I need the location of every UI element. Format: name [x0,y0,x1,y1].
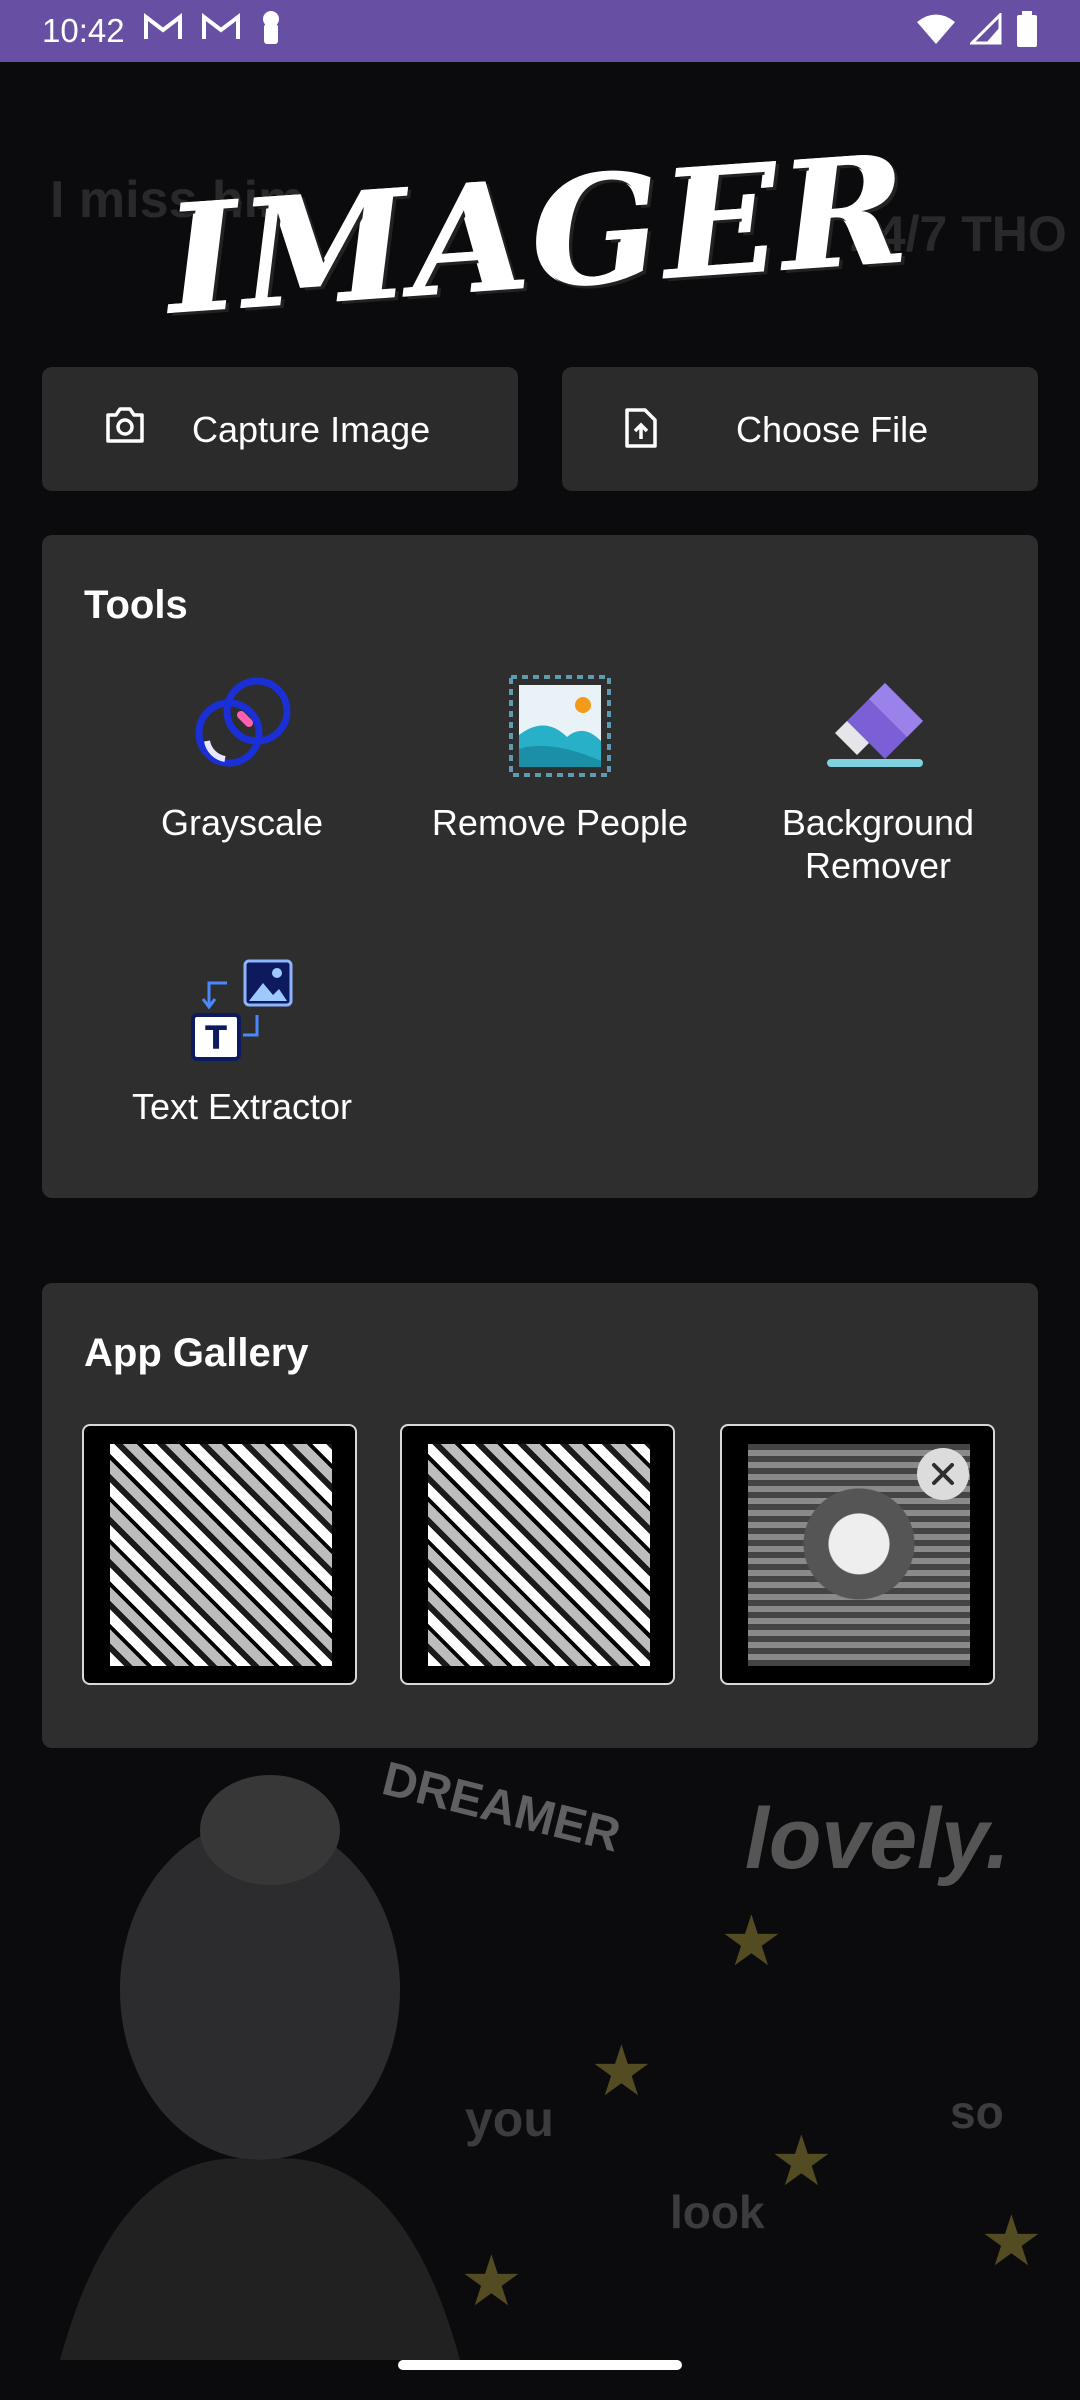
gmail-icon [201,12,241,50]
star-decoration: ★ [720,1902,783,1980]
eraser-icon [823,671,933,781]
choose-file-label: Choose File [736,409,929,450]
text-extractor-icon: T [187,955,297,1065]
status-time: 10:42 [42,12,125,49]
bg-text: look [670,2186,765,2238]
tool-label: Grayscale [160,802,324,843]
svg-text:T: T [205,1019,227,1057]
keyhole-icon [259,10,283,52]
gallery-thumbnail[interactable] [82,1424,357,1685]
bg-text: lovely. [745,1791,1010,1887]
remove-image-button[interactable] [917,1448,969,1500]
tools-card: Tools Grayscale Remove People Background… [42,535,1038,1198]
star-decoration: ★ [980,2202,1043,2280]
bg-text: you [465,2091,554,2147]
tool-remove-people[interactable]: Remove People [400,671,720,844]
gmail-icon [143,12,183,50]
capture-image-button[interactable]: Capture Image [42,367,518,491]
tool-text-extractor[interactable]: T Text Extractor [82,955,402,1128]
star-decoration: ★ [770,2122,833,2200]
camera-icon [104,407,146,448]
tool-background-remover[interactable]: Background Remover [718,671,1038,887]
tool-label: Background Remover [781,802,975,886]
gallery-title: App Gallery [84,1331,309,1375]
star-decoration: ★ [460,2242,523,2320]
wifi-icon [916,13,956,50]
remove-people-icon [505,671,615,781]
logo-text: IMAGER [162,121,918,349]
app-logo: IMAGER [163,110,917,360]
tools-title: Tools [84,583,188,627]
choose-file-button[interactable]: Choose File [562,367,1038,491]
signal-icon [968,10,1002,50]
gallery-thumbnail[interactable] [400,1424,675,1685]
star-decoration: ★ [590,2032,653,2110]
app-gallery-card: App Gallery [42,1283,1038,1748]
gallery-image [428,1444,650,1666]
gallery-image [110,1444,332,1666]
status-bar: 10:42 [0,0,1080,62]
background-collage: I miss him 24/7 THO DREAMER lovely. you … [0,0,1080,2400]
grayscale-icon [187,671,297,781]
file-upload-icon [624,407,658,454]
tool-label: Text Extractor [131,1086,353,1127]
tool-label: Remove People [431,802,689,843]
gallery-thumbnail[interactable] [720,1424,995,1685]
capture-image-label: Capture Image [192,409,431,450]
battery-icon [1016,10,1038,52]
bg-text: so [950,2086,1004,2138]
gesture-nav-handle[interactable] [398,2360,682,2370]
girl-sketch [60,1775,460,2360]
tool-grayscale[interactable]: Grayscale [82,671,402,844]
close-icon [932,1463,954,1485]
